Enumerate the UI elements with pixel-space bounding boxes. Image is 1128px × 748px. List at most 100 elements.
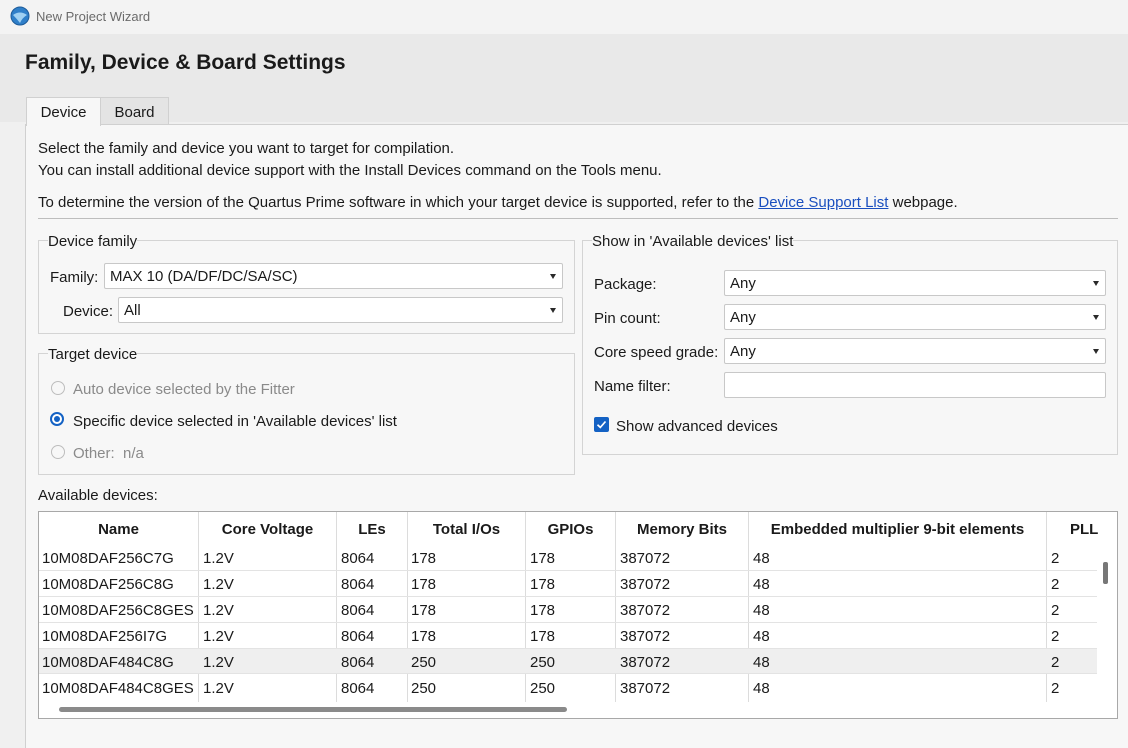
cell-les: 8064	[341, 680, 375, 697]
cell-pll: 2	[1051, 680, 1060, 697]
specific-device-label: Specific device selected in 'Available d…	[73, 413, 397, 430]
device-support-list-link[interactable]: Device Support List	[758, 194, 888, 211]
other-device-radio[interactable]	[51, 445, 65, 459]
device-label: Device:	[63, 303, 114, 320]
show-advanced-label: Show advanced devices	[616, 418, 778, 435]
cell-total-ios: 178	[411, 550, 437, 567]
cell-les: 8064	[341, 550, 375, 567]
cell-name: 10M08DAF256C8G	[42, 576, 174, 593]
intro-line-3-prefix: To determine the version of the Quartus …	[38, 194, 755, 211]
column-header-les[interactable]: LEs	[337, 521, 407, 538]
row-divider	[39, 648, 1097, 649]
show-filters-legend: Show in 'Available devices' list	[592, 233, 794, 250]
name-filter-label: Name filter:	[594, 378, 671, 395]
title-bar: New Project Wizard	[0, 0, 1128, 34]
package-select-value: Any	[730, 275, 756, 292]
core-speed-label: Core speed grade:	[594, 344, 719, 361]
chevron-down-icon	[550, 308, 556, 313]
column-header-name[interactable]: Name	[39, 521, 198, 538]
cell-embedded-multiplier: 48	[753, 654, 770, 671]
window-title: New Project Wizard	[36, 9, 151, 24]
cell-core-voltage: 1.2V	[203, 680, 234, 697]
cell-les: 8064	[341, 654, 375, 671]
pin-count-select[interactable]: Any	[724, 304, 1106, 330]
cell-core-voltage: 1.2V	[203, 628, 234, 645]
cell-gpios: 178	[530, 602, 556, 619]
cell-core-voltage: 1.2V	[203, 576, 234, 593]
other-device-label: Other:	[73, 445, 115, 462]
family-label: Family:	[50, 269, 99, 286]
column-header-core-voltage[interactable]: Core Voltage	[199, 521, 336, 538]
cell-embedded-multiplier: 48	[753, 576, 770, 593]
pin-count-label: Pin count:	[594, 310, 661, 327]
pin-count-select-value: Any	[730, 309, 756, 326]
wizard-header: Family, Device & Board Settings	[0, 34, 1128, 122]
show-advanced-checkbox[interactable]	[594, 417, 609, 432]
cell-memory-bits: 387072	[620, 550, 671, 567]
column-header-memory-bits[interactable]: Memory Bits	[616, 521, 748, 538]
available-devices-label: Available devices:	[38, 487, 158, 504]
cell-total-ios: 178	[411, 602, 437, 619]
device-family-legend: Device family	[48, 233, 138, 250]
cell-core-voltage: 1.2V	[203, 654, 234, 671]
cell-embedded-multiplier: 48	[753, 550, 770, 567]
tab-device[interactable]: Device	[26, 97, 101, 126]
cell-memory-bits: 387072	[620, 576, 671, 593]
cell-pll: 2	[1051, 628, 1060, 645]
intro-line-2: You can install additional device suppor…	[38, 162, 662, 179]
device-select[interactable]: All	[118, 297, 563, 323]
cell-embedded-multiplier: 48	[753, 628, 770, 645]
cell-name: 10M08DAF484C8GES	[42, 680, 194, 697]
cell-name: 10M08DAF256C8GES	[42, 602, 194, 619]
cell-total-ios: 178	[411, 576, 437, 593]
cell-core-voltage: 1.2V	[203, 602, 234, 619]
family-select[interactable]: MAX 10 (DA/DF/DC/SA/SC)	[104, 263, 563, 289]
specific-device-radio[interactable]	[50, 412, 64, 426]
intro-line-3-suffix: webpage.	[892, 194, 958, 211]
cell-memory-bits: 387072	[620, 680, 671, 697]
chevron-down-icon	[550, 274, 556, 279]
page-title: Family, Device & Board Settings	[25, 51, 346, 74]
column-header-pll[interactable]: PLL	[1047, 521, 1117, 538]
app-globe-icon	[10, 6, 30, 26]
cell-gpios: 178	[530, 550, 556, 567]
vertical-scrollbar-thumb[interactable]	[1103, 562, 1108, 584]
column-header-gpios[interactable]: GPIOs	[526, 521, 615, 538]
available-devices-table[interactable]: Name Core Voltage LEs Total I/Os GPIOs M…	[38, 511, 1118, 719]
intro-line-3: To determine the version of the Quartus …	[38, 194, 958, 211]
cell-total-ios: 250	[411, 654, 437, 671]
name-filter-input[interactable]	[724, 372, 1106, 398]
cell-embedded-multiplier: 48	[753, 680, 770, 697]
tab-board[interactable]: Board	[101, 97, 169, 125]
cell-pll: 2	[1051, 654, 1060, 671]
cell-gpios: 178	[530, 576, 556, 593]
intro-line-1: Select the family and device you want to…	[38, 140, 455, 157]
chevron-down-icon	[1093, 281, 1099, 286]
cell-les: 8064	[341, 628, 375, 645]
package-label: Package:	[594, 276, 657, 293]
divider	[38, 218, 1118, 219]
row-highlight	[39, 648, 1097, 673]
check-icon	[596, 420, 607, 429]
cell-pll: 2	[1051, 550, 1060, 567]
cell-embedded-multiplier: 48	[753, 602, 770, 619]
cell-pll: 2	[1051, 576, 1060, 593]
cell-les: 8064	[341, 602, 375, 619]
row-divider	[39, 622, 1097, 623]
core-speed-select-value: Any	[730, 343, 756, 360]
row-divider	[39, 596, 1097, 597]
cell-memory-bits: 387072	[620, 654, 671, 671]
horizontal-scrollbar-thumb[interactable]	[59, 707, 567, 712]
column-header-total-ios[interactable]: Total I/Os	[408, 521, 525, 538]
cell-gpios: 178	[530, 628, 556, 645]
cell-pll: 2	[1051, 602, 1060, 619]
target-device-legend: Target device	[48, 346, 138, 363]
core-speed-select[interactable]: Any	[724, 338, 1106, 364]
cell-name: 10M08DAF256C7G	[42, 550, 174, 567]
chevron-down-icon	[1093, 349, 1099, 354]
column-header-embedded-multiplier[interactable]: Embedded multiplier 9-bit elements	[749, 521, 1046, 538]
auto-device-radio[interactable]	[51, 381, 65, 395]
cell-memory-bits: 387072	[620, 628, 671, 645]
package-select[interactable]: Any	[724, 270, 1106, 296]
row-divider	[39, 570, 1097, 571]
